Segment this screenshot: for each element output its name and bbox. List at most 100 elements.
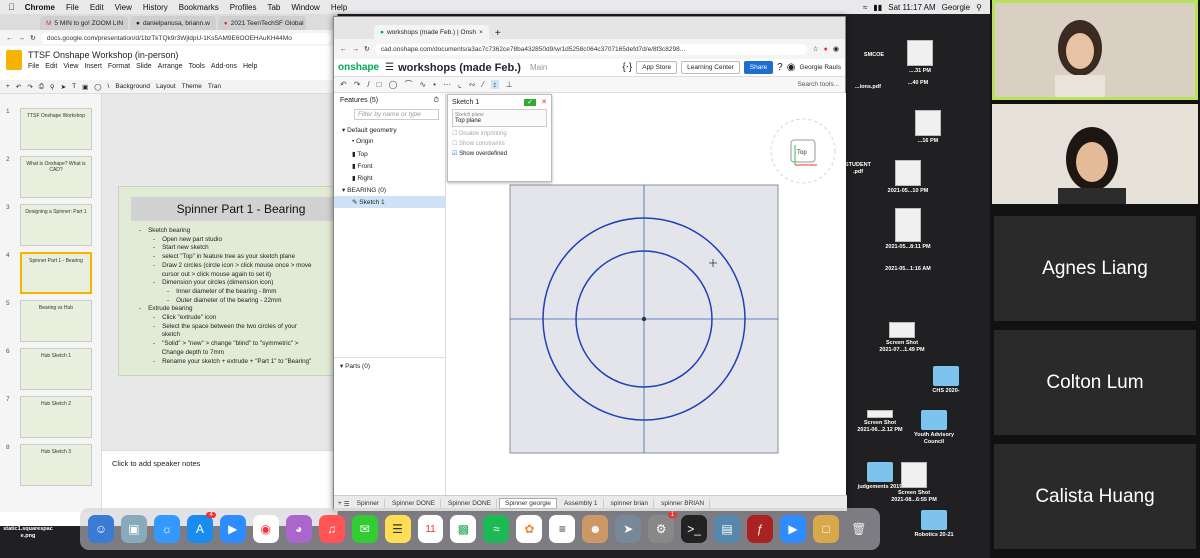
new-tab-icon[interactable]: +	[495, 28, 501, 39]
photos-icon[interactable]: ✿	[516, 515, 543, 543]
participant-video-active[interactable]	[992, 0, 1198, 100]
share-button[interactable]: Share	[743, 61, 774, 74]
close-tab-icon[interactable]: ×	[479, 29, 483, 36]
terminal-icon[interactable]: >_	[681, 515, 708, 543]
hamburger-icon[interactable]: ☰	[385, 62, 394, 73]
zoom-icon[interactable]: ⚲	[50, 83, 55, 91]
user-name[interactable]: Georgie Rauls	[799, 64, 841, 71]
desktop-file[interactable]: ...40 PM	[890, 80, 946, 87]
tree-item-sketch[interactable]: ✎ Sketch 1	[334, 196, 445, 208]
menubar-item-help[interactable]: Help	[331, 3, 347, 12]
extension-icon[interactable]: ●	[824, 46, 828, 53]
flash-icon[interactable]: ƒ	[747, 515, 774, 543]
desktop-file[interactable]: 2021-05...10 PM	[880, 160, 936, 195]
tree-item-right[interactable]: ▮ Right	[334, 172, 445, 184]
sketch-plane-field[interactable]: Sketch plane Top plane	[452, 109, 547, 127]
back-icon[interactable]: ←	[340, 46, 347, 53]
desktop-file[interactable]: ...ions.pdf	[840, 84, 896, 91]
notes-icon[interactable]: ☰	[384, 515, 411, 543]
menubar-item-bookmarks[interactable]: Bookmarks	[179, 3, 219, 12]
add-tab-icon[interactable]: +	[338, 500, 342, 507]
line-tool-icon[interactable]: /	[367, 80, 369, 89]
zoom-icon[interactable]: ▶	[219, 515, 246, 543]
origin-point[interactable]	[641, 316, 647, 322]
menu-format[interactable]: Format	[108, 63, 130, 70]
desktop-file[interactable]: ...16 PM	[900, 110, 956, 145]
forward-icon[interactable]: →	[352, 46, 359, 53]
onshape-logo[interactable]: onshape	[338, 62, 379, 73]
calendar-icon[interactable]: 11	[417, 515, 444, 543]
disable-imprinting-option[interactable]: ☐ Disable imprinting	[452, 130, 547, 137]
learning-center-button[interactable]: Learning Center	[681, 61, 740, 74]
rollback-icon[interactable]: ⏱	[434, 97, 439, 105]
trash-icon[interactable]: 🗑	[846, 515, 872, 543]
tab-spinner-brian[interactable]: spinner brian	[606, 499, 655, 508]
desktop-folder[interactable]: Robotics 20-21	[906, 510, 962, 539]
contacts-icon[interactable]: ☻	[582, 515, 609, 543]
accept-icon[interactable]: ✓	[524, 99, 537, 106]
desktop-file[interactable]: ....31 PM	[892, 40, 948, 75]
menubar-user[interactable]: Georgie	[942, 3, 970, 12]
menu-tools[interactable]: Tools	[189, 63, 205, 70]
line-icon[interactable]: \	[108, 83, 110, 90]
view-cube[interactable]: Top	[770, 118, 836, 184]
numbers-icon[interactable]: ▩	[450, 515, 477, 543]
desktop-file[interactable]: 2021-05...8:11 PM	[880, 208, 936, 251]
participant-tile[interactable]: Agnes Liang	[994, 216, 1196, 321]
reload-icon[interactable]: ↻	[364, 45, 370, 53]
undo-icon[interactable]: ↶	[340, 80, 347, 89]
browser-tab[interactable]: M5 MIN to go! ZOOM LIN	[40, 16, 128, 30]
feature-filter-input[interactable]: Filter by name or type	[354, 109, 439, 120]
rectangle-tool-icon[interactable]: □	[377, 80, 382, 89]
circle-tool-icon[interactable]: ◯	[388, 80, 397, 89]
menubar-item-tab[interactable]: Tab	[267, 3, 280, 12]
desktop-file[interactable]: Screen Shot 2021-06...2.12 PM	[852, 410, 908, 434]
offset-tool-icon[interactable]: ∾	[469, 80, 476, 89]
menubar-clock[interactable]: Sat 11:17 AM	[888, 3, 935, 12]
battery-icon[interactable]: ▮▮	[873, 3, 882, 12]
transition-button[interactable]: Tran	[208, 83, 221, 90]
menu-insert[interactable]: Insert	[84, 63, 102, 70]
menu-slide[interactable]: Slide	[136, 63, 152, 70]
address-bar[interactable]: cad.onshape.com/documents/a3ac7c7362ce78…	[374, 43, 808, 55]
browser-tab[interactable]: ● danielpanusa, briann.w	[130, 16, 216, 30]
add-slide-icon[interactable]: +	[6, 83, 10, 90]
menubar-item-edit[interactable]: Edit	[90, 3, 104, 12]
tree-item-top[interactable]: ▮ Top	[334, 148, 445, 160]
menu-edit[interactable]: Edit	[45, 63, 57, 70]
desktop-folder[interactable]: CHS 2020-	[918, 366, 974, 395]
slide-body[interactable]: - Sketch bearing - Open new part studio …	[139, 227, 312, 366]
chrome-icon[interactable]: ◉	[252, 515, 279, 543]
menu-addons[interactable]: Add-ons	[211, 63, 237, 70]
menubar-item-view[interactable]: View	[115, 3, 132, 12]
branch-label[interactable]: Main	[530, 63, 547, 72]
back-icon[interactable]: ←	[6, 35, 13, 42]
redo-icon[interactable]: ↷	[354, 80, 361, 89]
desktop-file[interactable]: Screen Shot 2021-08...6:55 PM	[886, 462, 942, 504]
participant-video[interactable]	[992, 104, 1198, 204]
menubar-item-history[interactable]: History	[143, 3, 168, 12]
bookmark-star-icon[interactable]: ☆	[812, 45, 818, 53]
mirror-tool-icon[interactable]: ⁄	[482, 80, 483, 89]
wifi-icon[interactable]: ≈	[863, 3, 867, 12]
app-store-icon[interactable]: A4	[186, 512, 216, 543]
launchpad-icon[interactable]: ▣	[120, 515, 147, 543]
tree-item-default-geometry[interactable]: ▾ Default geometry	[334, 124, 445, 136]
search-tools-input[interactable]: Search tools...	[797, 81, 839, 88]
address-bar[interactable]: docs.google.com/presentation/d/1bzTkTQk9…	[40, 32, 331, 44]
system-preferences-icon[interactable]: ⚙ 1	[648, 512, 678, 543]
undo-icon[interactable]: ↶	[16, 83, 21, 91]
reload-icon[interactable]: ↻	[30, 34, 36, 42]
help-icon[interactable]: ?	[777, 62, 783, 73]
current-slide[interactable]: Spinner Part 1 - Bearing - Sketch bearin…	[118, 186, 351, 376]
browser-tab-active[interactable]: ● workshops (made Feb.) | Onsh ×	[374, 25, 489, 39]
menubar-item-profiles[interactable]: Profiles	[230, 3, 257, 12]
menubar-item-file[interactable]: File	[66, 3, 79, 12]
cancel-icon[interactable]: ✕	[541, 99, 547, 106]
tree-item-bearing[interactable]: ▾ BEARING (0)	[334, 184, 445, 196]
document-title[interactable]: TTSF Onshape Workshop (in-person)	[28, 50, 257, 60]
point-tool-icon[interactable]: •	[433, 80, 436, 89]
participant-tile[interactable]: Calista Huang	[994, 444, 1196, 549]
show-overdefined-checkbox[interactable]: ☑ Show overdefined	[452, 150, 547, 157]
forward-icon[interactable]: →	[18, 35, 25, 42]
